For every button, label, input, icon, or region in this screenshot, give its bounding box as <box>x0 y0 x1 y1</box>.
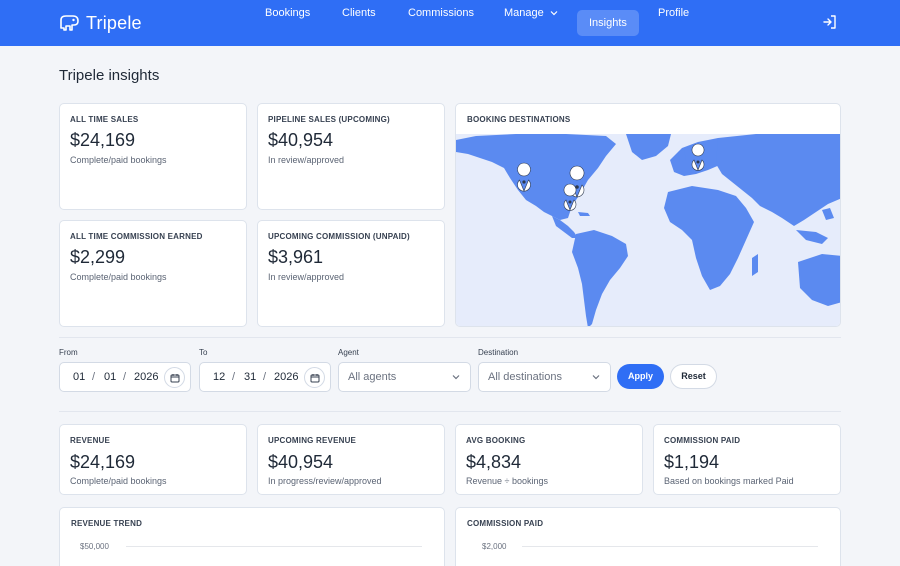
metric-card-upcoming-revenue: UPCOMING REVENUE $40,954 In progress/rev… <box>257 424 445 495</box>
card-label: PIPELINE SALES (UPCOMING) <box>268 115 390 124</box>
to-year[interactable]: 2026 <box>274 371 298 383</box>
to-day[interactable]: 31 <box>244 371 256 383</box>
to-date-input[interactable]: 12 / 31 / 2026 <box>199 362 331 392</box>
divider <box>59 411 841 412</box>
nav-bookings[interactable]: Bookings <box>265 0 310 26</box>
nav-manage[interactable]: Manage <box>504 0 558 26</box>
reset-button[interactable]: Reset <box>670 364 717 389</box>
to-label: To <box>199 348 208 357</box>
destination-select[interactable]: All destinations <box>478 362 611 392</box>
from-month[interactable]: 01 <box>73 371 85 383</box>
card-value: $4,834 <box>466 452 522 472</box>
grid-line <box>126 546 422 547</box>
from-day[interactable]: 01 <box>104 371 116 383</box>
nav-manage-label: Manage <box>504 7 544 19</box>
calendar-icon <box>310 374 320 383</box>
card-value: $40,954 <box>268 130 334 150</box>
chevron-down-icon <box>452 375 460 380</box>
chart-title: Commission paid <box>467 519 544 528</box>
metric-card-revenue: REVENUE $24,169 Complete/paid bookings <box>59 424 247 495</box>
nav-commissions[interactable]: Commissions <box>408 0 474 26</box>
y-axis-tick: $2,000 <box>482 542 507 551</box>
summary-card-all-time-sales: ALL TIME SALES $24,169 Complete/paid boo… <box>59 103 247 210</box>
agent-label: Agent <box>338 348 359 357</box>
agent-select-value: All agents <box>348 371 397 383</box>
card-value: $24,169 <box>70 130 136 150</box>
card-subtitle: Revenue ÷ bookings <box>466 476 548 486</box>
chevron-down-icon <box>592 375 600 380</box>
card-label: UPCOMING COMMISSION (UNPAID) <box>268 232 410 241</box>
summary-card-upcoming-commission: UPCOMING COMMISSION (UNPAID) $3,961 In r… <box>257 220 445 327</box>
card-value: $1,194 <box>664 452 720 472</box>
nav-profile[interactable]: Profile <box>658 0 689 26</box>
date-separator: / <box>92 371 96 383</box>
from-calendar-button[interactable] <box>164 367 185 388</box>
nav-insights[interactable]: Insights <box>577 10 639 36</box>
card-label: AVG BOOKING <box>466 436 526 445</box>
card-label: REVENUE <box>70 436 111 445</box>
chevron-down-icon <box>550 11 558 16</box>
from-label: From <box>59 348 78 357</box>
card-value: $3,961 <box>268 247 324 267</box>
summary-card-commission-earned: ALL TIME COMMISSION EARNED $2,299 Comple… <box>59 220 247 327</box>
commission-paid-chart-card: Commission paid $2,000 <box>455 507 841 566</box>
card-subtitle: Complete/paid bookings <box>70 155 167 165</box>
agent-select[interactable]: All agents <box>338 362 471 392</box>
card-label: ALL TIME COMMISSION EARNED <box>70 232 203 241</box>
card-label: UPCOMING REVENUE <box>268 436 357 445</box>
to-calendar-button[interactable] <box>304 367 325 388</box>
card-subtitle: In review/approved <box>268 272 345 282</box>
logout-icon[interactable] <box>822 14 838 30</box>
card-subtitle: Complete/paid bookings <box>70 476 167 486</box>
date-separator: / <box>232 371 236 383</box>
card-subtitle: In review/approved <box>268 155 345 165</box>
card-label: COMMISSION PAID <box>664 436 741 445</box>
card-label: ALL TIME SALES <box>70 115 139 124</box>
date-separator: / <box>123 371 127 383</box>
card-value: $24,169 <box>70 452 136 472</box>
from-year[interactable]: 2026 <box>134 371 158 383</box>
apply-button[interactable]: Apply <box>617 364 664 389</box>
metric-card-commission-paid: COMMISSION PAID $1,194 Based on bookings… <box>653 424 841 495</box>
destination-select-value: All destinations <box>488 371 562 383</box>
elephant-logo-icon <box>60 15 79 31</box>
chart-title: Revenue trend <box>71 519 143 528</box>
card-value: $40,954 <box>268 452 334 472</box>
world-map[interactable] <box>456 134 841 327</box>
card-subtitle: Based on bookings marked Paid <box>664 476 794 486</box>
calendar-icon <box>170 374 180 383</box>
grid-line <box>522 546 818 547</box>
metric-card-avg-booking: AVG BOOKING $4,834 Revenue ÷ bookings <box>455 424 643 495</box>
page-title: Tripele insights <box>59 67 160 84</box>
top-nav-bar: Tripele Bookings Clients Commissions Man… <box>0 0 900 46</box>
divider <box>59 337 841 338</box>
card-subtitle: Complete/paid bookings <box>70 272 167 282</box>
booking-destinations-map-card: BOOKING DESTINATIONS <box>455 103 841 327</box>
from-date-input[interactable]: 01 / 01 / 2026 <box>59 362 191 392</box>
revenue-trend-chart-card: Revenue trend $50,000 <box>59 507 445 566</box>
summary-card-pipeline-sales: PIPELINE SALES (UPCOMING) $40,954 In rev… <box>257 103 445 210</box>
nav-clients[interactable]: Clients <box>342 0 376 26</box>
card-subtitle: In progress/review/approved <box>268 476 382 486</box>
y-axis-tick: $50,000 <box>80 542 109 551</box>
map-title: BOOKING DESTINATIONS <box>467 115 571 124</box>
brand-name: Tripele <box>86 12 142 33</box>
to-month[interactable]: 12 <box>213 371 225 383</box>
date-separator: / <box>263 371 267 383</box>
destination-label: Destination <box>478 348 519 357</box>
card-value: $2,299 <box>70 247 126 267</box>
brand-logo[interactable]: Tripele <box>58 11 142 35</box>
